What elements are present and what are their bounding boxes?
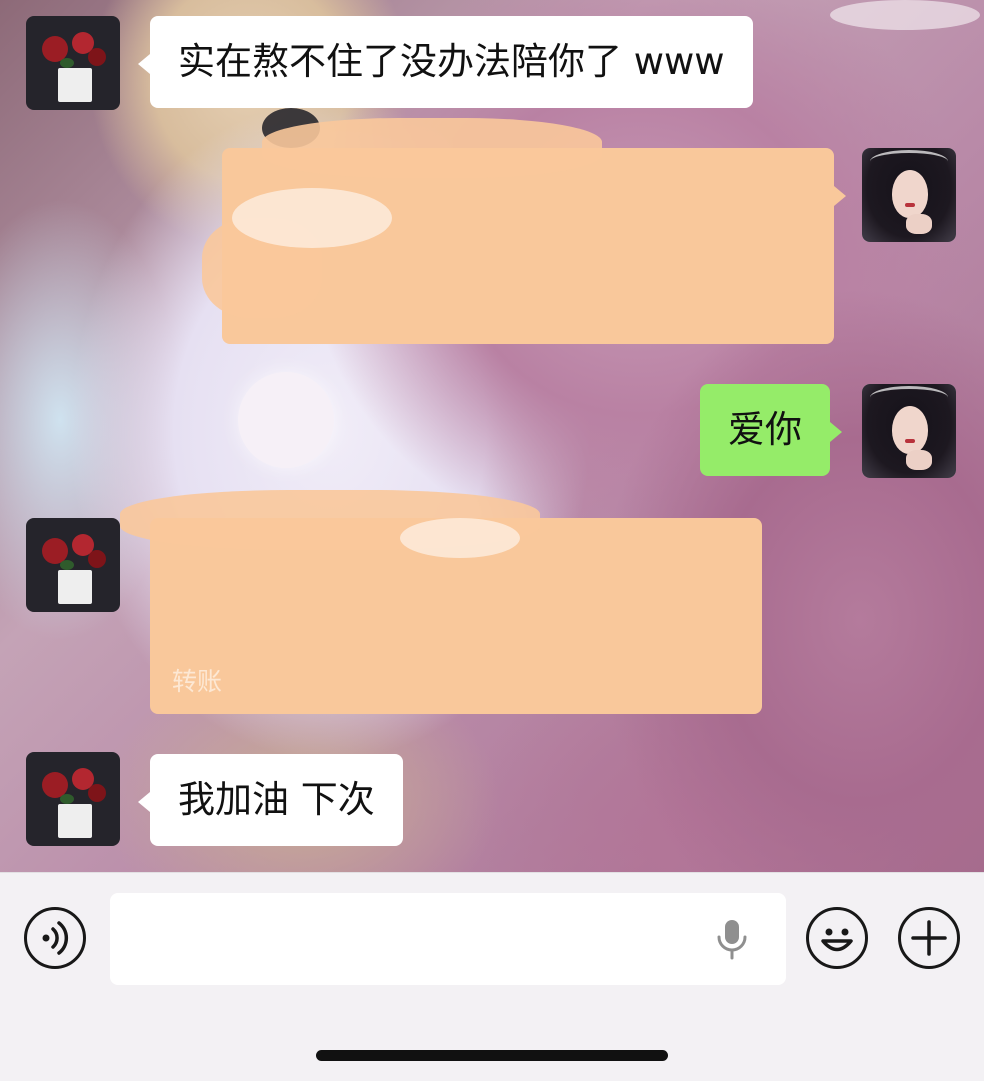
hand-shape: [906, 214, 932, 234]
message-bubble-incoming[interactable]: 实在熬不住了没办法陪你了 www: [138, 16, 753, 108]
rose-shape: [88, 784, 106, 802]
face-shape: [892, 406, 928, 454]
hand-shape: [906, 450, 932, 470]
redaction-smudge: [262, 118, 602, 178]
leaf-shape: [60, 794, 74, 804]
voice-icon: [42, 921, 69, 955]
emoji-button[interactable]: [806, 907, 868, 969]
more-button[interactable]: [898, 907, 960, 969]
wallpaper-highlight: [830, 0, 980, 30]
message-text: 我加油 下次: [178, 778, 375, 821]
leaf-shape: [60, 560, 74, 570]
face-shape: [892, 170, 928, 218]
wallpaper-pom-pom: [238, 372, 334, 468]
emoji-icon: [821, 928, 853, 952]
redacted-message-outgoing[interactable]: [202, 118, 846, 344]
lip-shape: [905, 203, 915, 207]
redaction-highlight: [400, 518, 520, 558]
microphone-icon[interactable]: [712, 917, 752, 961]
card-shape: [58, 68, 92, 102]
rose-shape: [88, 550, 106, 568]
message-text: 实在熬不住了没办法陪你了 www: [178, 40, 725, 83]
leaf-shape: [60, 58, 74, 68]
card-shape: [58, 804, 92, 838]
message-text: 爱你: [728, 408, 802, 451]
lip-shape: [905, 439, 915, 443]
user-avatar[interactable]: [862, 148, 956, 242]
card-shape: [58, 570, 92, 604]
contact-avatar[interactable]: [26, 16, 120, 110]
plus-icon: [911, 920, 947, 956]
message-bubble-outgoing[interactable]: 爱你: [700, 384, 842, 476]
transfer-label: 转账: [172, 667, 223, 696]
transfer-card-redacted[interactable]: 转账: [120, 490, 762, 714]
contact-avatar[interactable]: [26, 518, 120, 612]
voice-mode-button[interactable]: [24, 907, 86, 969]
redaction-highlight: [232, 188, 392, 248]
contact-avatar[interactable]: [26, 752, 120, 846]
user-avatar[interactable]: [862, 384, 956, 478]
message-input[interactable]: [110, 893, 786, 985]
rose-shape: [88, 48, 106, 66]
home-indicator[interactable]: [316, 1050, 668, 1061]
message-bubble-incoming[interactable]: 我加油 下次: [138, 754, 403, 846]
